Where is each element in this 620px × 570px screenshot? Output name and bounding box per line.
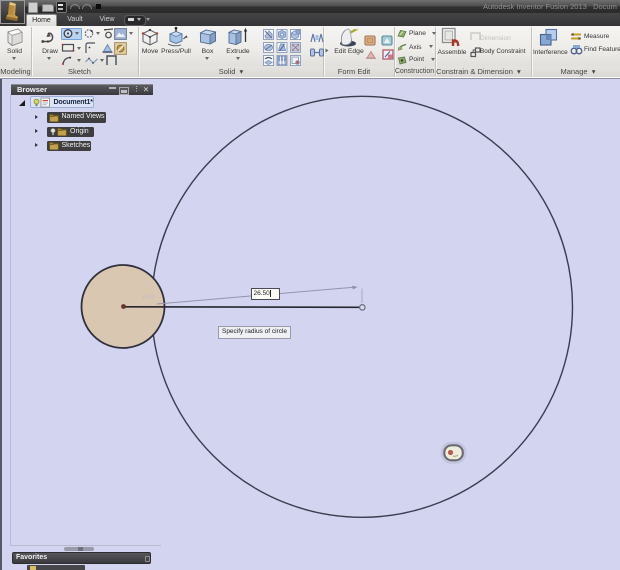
svg-text:26.50: 26.50: [142, 295, 155, 301]
